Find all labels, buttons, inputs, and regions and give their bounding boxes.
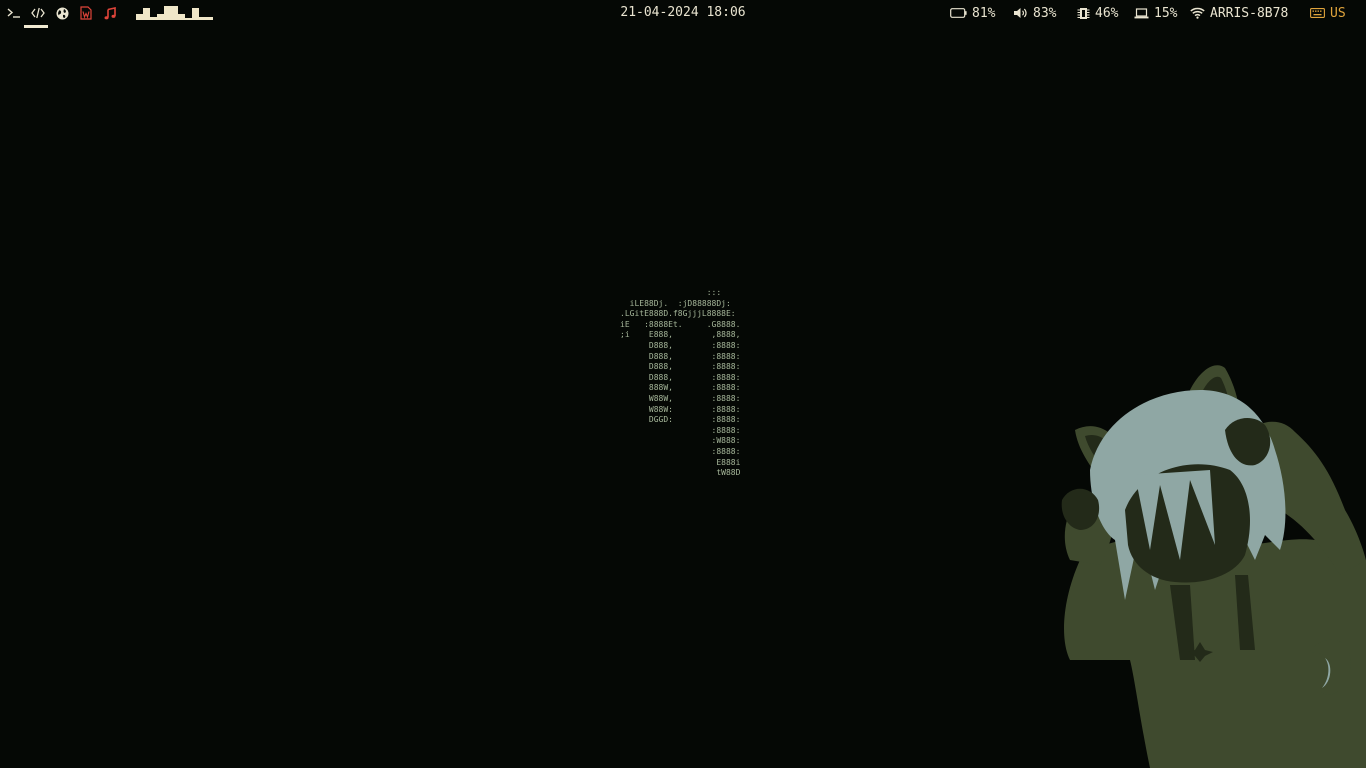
keyboard-icon	[1310, 8, 1325, 18]
music-note-icon	[104, 6, 116, 19]
visualizer-bar	[199, 17, 206, 20]
workspace-browser[interactable]	[52, 3, 72, 23]
wifi-icon	[1190, 7, 1205, 19]
network-module[interactable]: ARRIS-8B78	[1190, 4, 1288, 22]
memory-value: 46%	[1095, 5, 1119, 21]
speaker-icon	[1014, 8, 1027, 18]
workspace-code[interactable]	[28, 3, 48, 23]
word-document-icon	[80, 6, 92, 20]
desktop: 21-04-2024 18:06 81% 83% 46% 15% ARRIS-8…	[0, 0, 1366, 768]
battery-module[interactable]: 81%	[950, 4, 995, 22]
active-workspace-indicator	[24, 25, 48, 28]
memory-icon	[1077, 7, 1090, 19]
laptop-icon	[1134, 7, 1149, 18]
keyboard-layout-module[interactable]: US	[1310, 4, 1346, 22]
globe-icon	[56, 7, 68, 19]
audio-visualizer	[136, 4, 213, 20]
visualizer-bar	[206, 17, 213, 20]
visualizer-bar	[171, 6, 178, 20]
volume-value: 83%	[1033, 5, 1057, 21]
visualizer-bar	[150, 17, 157, 20]
workspace-document[interactable]	[76, 3, 96, 23]
memory-module[interactable]: 46%	[1077, 4, 1118, 22]
visualizer-bar	[143, 8, 150, 20]
workspace-music[interactable]	[100, 3, 120, 23]
visualizer-bar	[157, 14, 164, 20]
visualizer-bar	[178, 14, 185, 20]
code-icon	[31, 7, 45, 19]
battery-value: 81%	[972, 5, 996, 21]
top-bar: 21-04-2024 18:06 81% 83% 46% 15% ARRIS-8…	[0, 0, 1366, 28]
visualizer-bar	[192, 8, 199, 20]
workspace-terminal[interactable]	[4, 3, 24, 23]
terminal-icon	[7, 8, 20, 18]
visualizer-bar	[185, 18, 192, 20]
wallpaper-anime-figure	[1061, 365, 1366, 768]
cpu-module[interactable]: 15%	[1134, 4, 1177, 22]
visualizer-bar	[136, 14, 143, 20]
network-ssid: ARRIS-8B78	[1210, 5, 1289, 21]
keyboard-layout-value: US	[1330, 5, 1346, 21]
clock[interactable]: 21-04-2024 18:06	[620, 5, 745, 20]
battery-icon	[950, 8, 967, 18]
ascii-art-logo: ::: iLE88Dj. :jD88888Dj: .LGitE888D.f8Gj…	[620, 288, 741, 478]
cpu-value: 15%	[1154, 5, 1178, 21]
visualizer-bar	[164, 6, 171, 20]
volume-module[interactable]: 83%	[1013, 4, 1056, 22]
